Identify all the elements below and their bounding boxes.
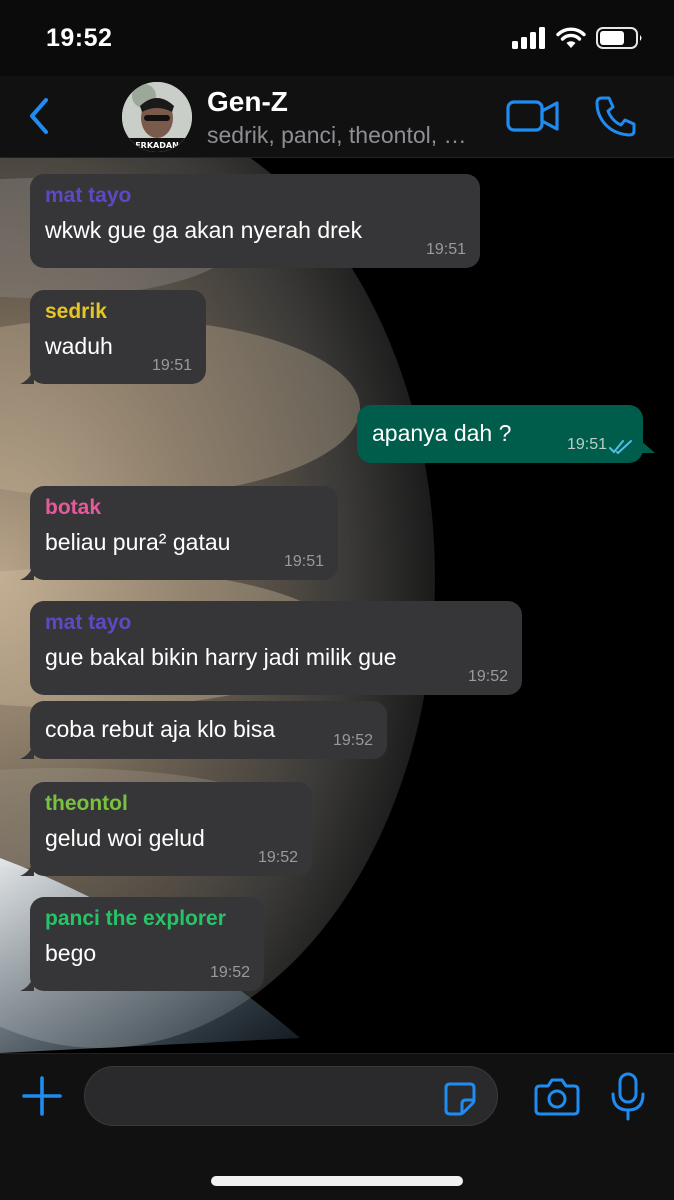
message-bubble[interactable]: theontol gelud woi gelud 19:52 xyxy=(20,782,312,876)
message-time: 19:51 xyxy=(151,357,192,374)
message-sender: botak xyxy=(45,496,102,519)
avatar-image: ERKADAN xyxy=(122,82,192,152)
message-text: coba rebut aja klo bisa xyxy=(45,716,276,742)
message-bubble[interactable]: botak beliau pura² gatau 19:51 xyxy=(20,486,338,580)
bubble-tail xyxy=(20,564,34,580)
sticker-icon xyxy=(444,1082,476,1116)
battery-icon xyxy=(596,27,642,49)
microphone-button[interactable] xyxy=(608,1072,648,1122)
bubble-tail xyxy=(20,975,34,991)
camera-button[interactable] xyxy=(534,1076,580,1118)
attach-button[interactable] xyxy=(20,1074,64,1118)
back-button[interactable] xyxy=(22,94,56,138)
status-icons xyxy=(512,26,644,50)
message-text: gue bakal bikin harry jadi milik gue xyxy=(45,644,397,670)
avatar-text: ERKADAN xyxy=(135,141,179,150)
message-text: wkwk gue ga akan nyerah drek xyxy=(45,217,363,243)
message-bubble[interactable]: mat tayo wkwk gue ga akan nyerah drek 19… xyxy=(30,174,480,268)
microphone-icon xyxy=(611,1072,645,1121)
group-members[interactable]: sedrik, panci, theontol, mat tayo, botak xyxy=(207,122,477,149)
message-time: 19:51 xyxy=(283,553,324,570)
message-sender: mat tayo xyxy=(45,184,132,207)
message-bubble[interactable]: coba rebut aja klo bisa 19:52 xyxy=(20,701,387,759)
message-time: 19:52 xyxy=(467,668,508,685)
signal-icon xyxy=(512,27,545,49)
outgoing-message-bubble[interactable]: apanya dah ? 19:51 xyxy=(357,405,655,463)
sticker-button[interactable] xyxy=(440,1078,480,1118)
message-text: beliau pura² gatau xyxy=(45,529,231,555)
camera-icon xyxy=(534,1078,580,1116)
message-sender: panci the explorer xyxy=(45,907,226,930)
bubble-tail xyxy=(639,439,655,453)
bubble-tail xyxy=(20,368,34,384)
message-text: bego xyxy=(45,940,97,966)
message-time: 19:51 xyxy=(566,436,607,453)
read-ticks-icon xyxy=(609,440,632,455)
message-time: 19:51 xyxy=(425,241,466,258)
group-name[interactable]: Gen-Z xyxy=(207,86,288,118)
input-bar xyxy=(0,1053,674,1200)
group-avatar[interactable]: ERKADAN xyxy=(122,82,192,152)
message-sender: mat tayo xyxy=(45,611,132,634)
message-text: gelud woi gelud xyxy=(45,825,205,851)
message-bubble[interactable]: mat tayo gue bakal bikin harry jadi mili… xyxy=(30,601,522,695)
message-bubble[interactable]: sedrik waduh 19:51 xyxy=(20,290,206,384)
status-time: 19:52 xyxy=(46,24,113,52)
chat-area[interactable]: mat tayo wkwk gue ga akan nyerah drek 19… xyxy=(0,158,674,1053)
wifi-icon xyxy=(556,27,586,48)
video-call-icon xyxy=(506,100,559,132)
message-bubble[interactable]: panci the explorer bego 19:52 xyxy=(20,897,264,991)
voice-call-button[interactable] xyxy=(594,94,638,138)
bubble-tail xyxy=(20,860,34,876)
video-call-button[interactable] xyxy=(506,96,560,136)
message-text: waduh xyxy=(45,333,113,359)
message-sender: sedrik xyxy=(45,300,107,323)
phone-icon xyxy=(595,96,636,137)
message-sender: theontol xyxy=(45,792,128,815)
message-time: 19:52 xyxy=(257,849,298,866)
bubble-tail xyxy=(20,743,34,759)
message-time: 19:52 xyxy=(332,732,373,749)
plus-icon xyxy=(22,1076,62,1116)
message-input[interactable] xyxy=(84,1066,498,1126)
back-chevron-icon xyxy=(30,98,48,134)
home-indicator[interactable] xyxy=(211,1176,463,1186)
message-time: 19:52 xyxy=(209,964,250,981)
status-bar: 19:52 xyxy=(0,0,674,76)
chat-header: ERKADAN Gen-Z sedrik, panci, theontol, m… xyxy=(0,76,674,158)
